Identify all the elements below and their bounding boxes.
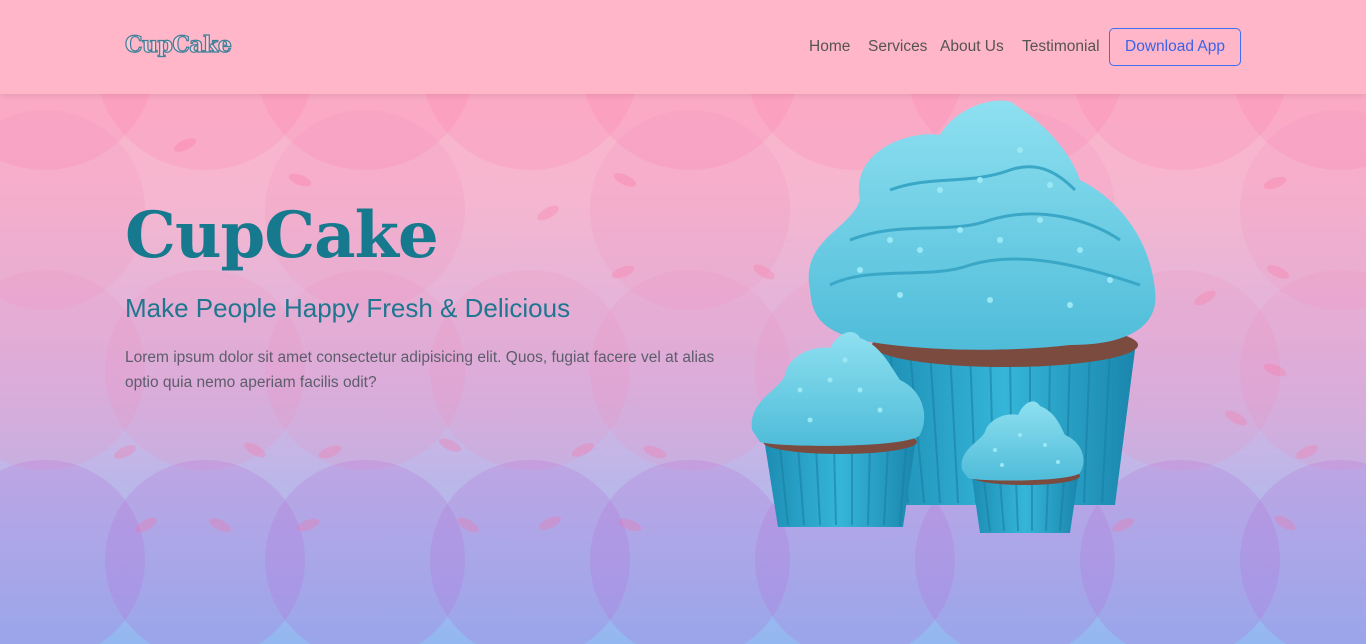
hero-title: CupCake	[125, 198, 439, 273]
nav-link-testimonial[interactable]: Testimonial	[1022, 38, 1100, 56]
hero-description: Lorem ipsum dolor sit amet consectetur a…	[125, 349, 715, 391]
nav-link-services[interactable]: Services	[868, 38, 927, 56]
download-app-button[interactable]: Download App	[1109, 28, 1241, 66]
nav-link-home[interactable]: Home	[809, 38, 850, 56]
brand-logo[interactable]: CupCake	[124, 31, 232, 58]
hero-section: CupCake Make People Happy Fresh & Delici…	[0, 0, 1366, 644]
cupcakes-image	[751, 100, 1156, 533]
navbar: CupCake Home Services About Us Testimoni…	[0, 0, 1366, 94]
hero-subtitle: Make People Happy Fresh & Delicious	[125, 293, 571, 323]
nav-link-about-us[interactable]: About Us	[940, 38, 1004, 56]
